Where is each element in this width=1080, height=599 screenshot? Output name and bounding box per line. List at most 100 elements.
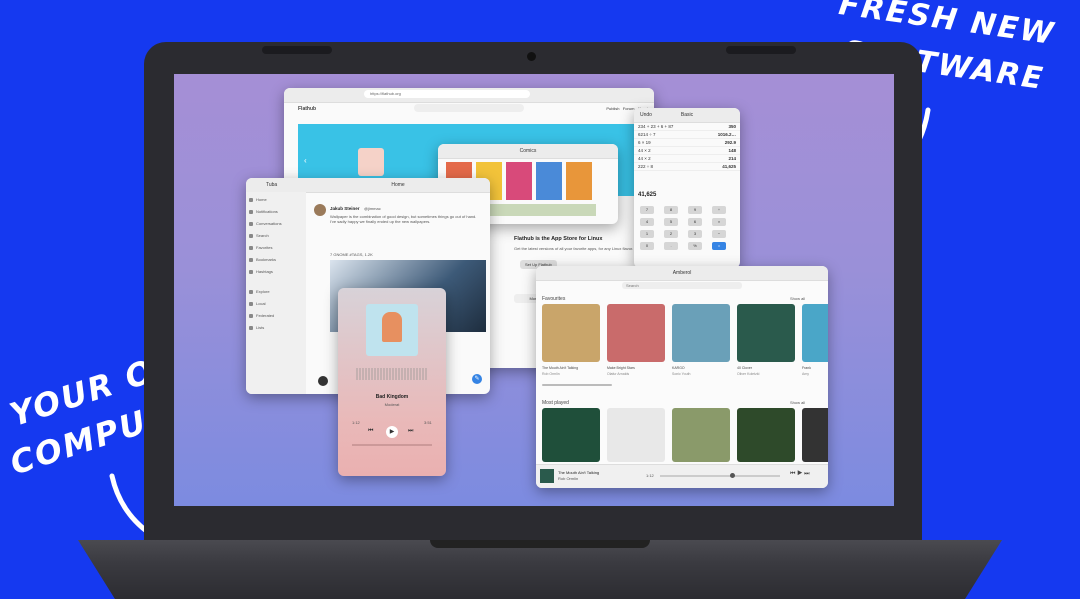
flathub-titlebar: https://flathub.org	[284, 88, 654, 103]
album-card[interactable]	[802, 304, 828, 362]
sidebar-item-search[interactable]: Search	[246, 230, 306, 242]
progress-bar[interactable]	[352, 444, 432, 446]
calc-key[interactable]: 5	[664, 218, 678, 226]
scroll-indicator[interactable]	[542, 384, 612, 386]
calc-key[interactable]: %	[688, 242, 702, 250]
calc-key[interactable]: ×	[712, 218, 726, 226]
album-title: Frank	[802, 366, 811, 370]
calc-key[interactable]: ÷	[712, 206, 726, 214]
avatar[interactable]	[314, 204, 326, 216]
album-artist: Oliver Koletzki	[737, 372, 760, 376]
player-controls-icon[interactable]: ⏮ ▶ ⏭	[790, 471, 810, 478]
app-icon	[358, 148, 384, 176]
sidebar-item-local[interactable]: Local	[246, 298, 306, 310]
calc-history-row: 234 + 23 + 6 + 87 350	[634, 123, 740, 131]
player-artist: Rob Ormlin	[558, 476, 579, 481]
calc-result: 41,625	[638, 192, 657, 198]
player-progress-knob[interactable]	[730, 473, 735, 478]
album-title: KARGO	[672, 366, 685, 370]
album-card[interactable]	[542, 304, 600, 362]
calc-key[interactable]: =	[712, 242, 726, 250]
album-artist: Olafur Arnalds	[607, 372, 630, 376]
player-bar: The Mouth Ain't Talking Rob Ormlin 1:12 …	[536, 464, 828, 488]
calc-key[interactable]: −	[712, 230, 726, 238]
calc-undo[interactable]: Undo	[640, 112, 652, 118]
player-time: 1:12	[646, 473, 654, 478]
album-card[interactable]	[672, 408, 730, 462]
calc-history-row: 222 ÷ 8 41,625	[634, 163, 740, 171]
music-window[interactable]: Bad Kingdom Moderat 1:12 3:51 ⏮ ▶ ⏭	[338, 288, 446, 476]
comic-cover[interactable]	[566, 162, 592, 200]
album-title: The Mouth Ain't Talking	[542, 366, 579, 370]
calc-key[interactable]: 2	[664, 230, 678, 238]
sidebar-item-home[interactable]: Home	[246, 194, 306, 206]
calc-history-row: 6 × 19 292.9	[634, 139, 740, 147]
url-bar[interactable]: https://flathub.org	[364, 90, 530, 98]
album-title: 40 Clover	[737, 366, 752, 370]
calc-key[interactable]: 1	[640, 230, 654, 238]
calculator-window[interactable]: Undo Basic 234 + 23 + 6 + 87 350 6214 ÷ 7…	[634, 108, 740, 268]
banner-prev-icon[interactable]: ‹	[304, 156, 307, 165]
track-title: Bad Kingdom	[375, 394, 409, 400]
calc-history: 234 + 23 + 6 + 87 350 6214 ÷ 7 1016.2… 6 ×…	[634, 123, 740, 171]
prev-icon[interactable]: ⏮	[368, 428, 373, 435]
album-card[interactable]	[607, 304, 665, 362]
elapsed-time: 1:12	[352, 420, 360, 425]
sidebar-item-notifications[interactable]: Notifications	[246, 206, 306, 218]
calc-key[interactable]: 3	[688, 230, 702, 238]
calc-mode[interactable]: Basic	[681, 112, 693, 118]
post-author[interactable]: Jakub Steiner	[330, 206, 360, 211]
lid-speaker-left	[262, 46, 332, 54]
comic-cover[interactable]	[506, 162, 532, 200]
sidebar-item-lists[interactable]: Lists	[246, 322, 306, 334]
calc-key[interactable]: 8	[664, 206, 678, 214]
tuba-titlebar: Tuba Home	[246, 178, 490, 193]
play-button[interactable]: ▶	[386, 426, 398, 438]
sidebar-item-hashtags[interactable]: Hashtags	[246, 266, 306, 278]
next-icon[interactable]: ⏭	[408, 428, 413, 435]
library-title: Amberol	[672, 270, 692, 276]
sidebar-item-explore[interactable]: Explore	[246, 286, 306, 298]
waveform[interactable]	[356, 368, 428, 380]
player-progress[interactable]	[660, 475, 780, 477]
album-card[interactable]	[607, 408, 665, 462]
album-art	[366, 304, 418, 356]
comics-titlebar: Comics	[438, 144, 618, 159]
calc-key[interactable]: 7	[640, 206, 654, 214]
sidebar-item-federated[interactable]: Federated	[246, 310, 306, 322]
album-card[interactable]	[542, 408, 600, 462]
album-card[interactable]	[737, 408, 795, 462]
library-window[interactable]: Amberol Search Favourites Show all The M…	[536, 266, 828, 488]
player-track: The Mouth Ain't Talking	[558, 470, 600, 475]
flathub-search-input[interactable]	[414, 104, 524, 112]
show-all-link[interactable]: Show all	[790, 296, 805, 301]
album-card[interactable]	[672, 304, 730, 362]
show-all-link-2[interactable]: Show all	[790, 400, 805, 405]
library-search-input[interactable]: Search	[622, 282, 742, 289]
comics-title: Comics	[519, 148, 537, 154]
sidebar-item-bookmarks[interactable]: Bookmarks	[246, 254, 306, 266]
sidebar-item-favorites[interactable]: Favorites	[246, 242, 306, 254]
flathub-sub: Get the latest versions of all your favo…	[514, 246, 634, 251]
album-title: Make Bright Stars	[607, 366, 635, 370]
calc-key[interactable]: 9	[688, 206, 702, 214]
total-time: 3:51	[424, 420, 432, 425]
nav-forum[interactable]: Forum	[623, 106, 635, 111]
post-body: Wallpaper is the combination of good des…	[330, 214, 477, 224]
album-card[interactable]	[737, 304, 795, 362]
calc-key[interactable]: .	[664, 242, 678, 250]
nav-publish[interactable]: Publish	[606, 106, 619, 111]
comic-cover[interactable]	[536, 162, 562, 200]
calc-key[interactable]: 0	[640, 242, 654, 250]
account-avatar[interactable]	[318, 376, 328, 386]
flathub-headline: Flathub is the App Store for Linux	[514, 236, 603, 242]
calc-key[interactable]: 6	[688, 218, 702, 226]
album-artist: Sonic Youth	[672, 372, 691, 376]
tuba-home-title: Home	[391, 182, 405, 188]
album-card[interactable]	[802, 408, 828, 462]
compose-button[interactable]: ✎	[472, 374, 482, 384]
sidebar-item-conversations[interactable]: Conversations	[246, 218, 306, 230]
post-handle[interactable]: @jimmac	[364, 206, 381, 211]
tuba-sidebar: Home Notifications Conversations Search …	[246, 192, 306, 394]
calc-key[interactable]: 4	[640, 218, 654, 226]
